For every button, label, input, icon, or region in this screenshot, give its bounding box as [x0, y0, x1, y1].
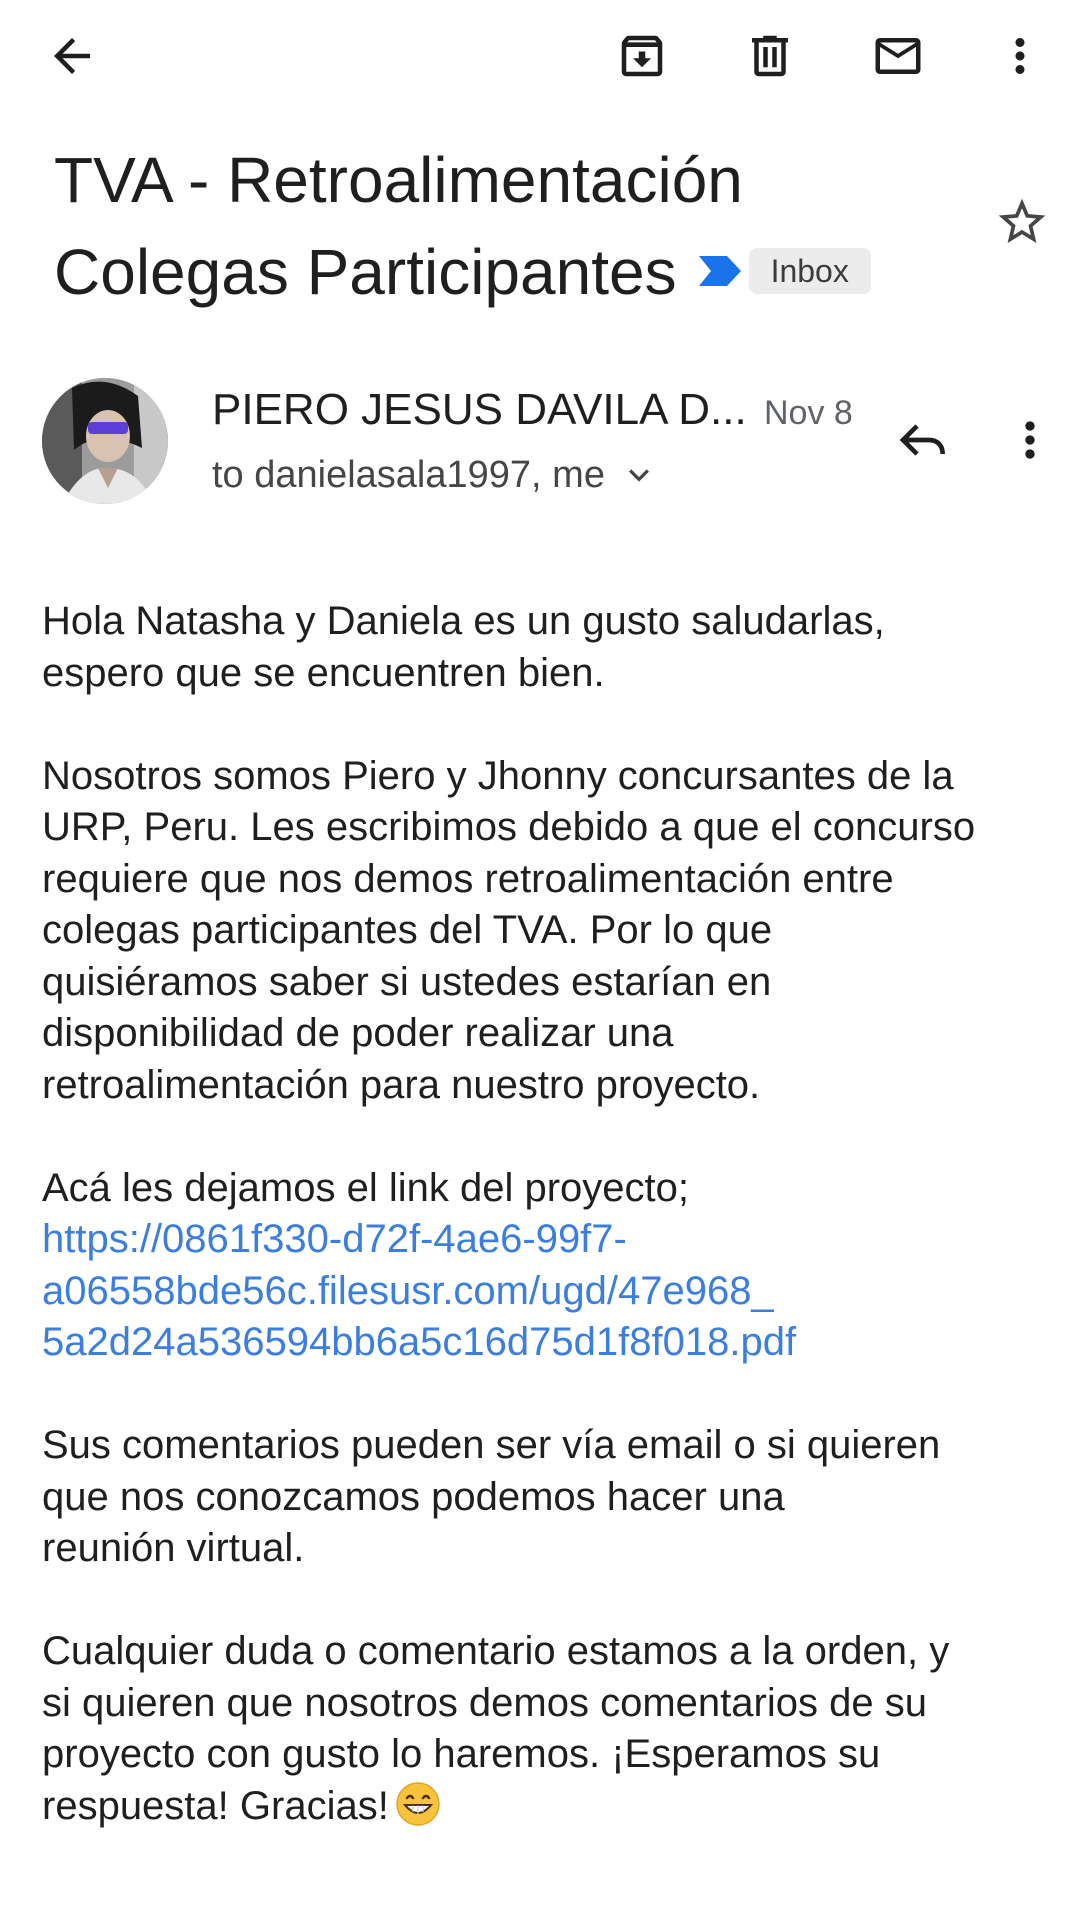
delete-button[interactable]	[728, 14, 812, 98]
sender-photo	[42, 378, 168, 504]
email-view: TVA - Retroalimentación Colegas Particip…	[0, 0, 1080, 1920]
body-paragraph-1: Hola Natasha y Daniela es un gusto salud…	[42, 599, 885, 695]
email-subject: TVA - Retroalimentación Colegas Particip…	[54, 134, 954, 318]
mail-icon	[875, 38, 921, 74]
trash-icon	[752, 35, 788, 77]
more-vert-icon	[1015, 38, 1025, 74]
body-paragraph-5: Cualquier duda o comentario estamos a la…	[42, 1626, 1052, 1832]
body-paragraph-4: Sus comentarios pueden ser vía email o s…	[42, 1423, 941, 1570]
recipients-toggle[interactable]: to danielasala1997, me	[212, 448, 659, 502]
chevron-down-icon	[628, 469, 649, 482]
subject-line-2: Colegas Participantes Inbox	[54, 226, 954, 318]
subject-line-1: TVA - Retroalimentación	[54, 144, 743, 216]
message-more-button[interactable]	[1000, 400, 1060, 480]
message-header: PIERO JESUS DAVILA D... Nov 8 to daniela…	[0, 370, 1080, 510]
inbox-label-chip[interactable]: Inbox	[748, 248, 871, 295]
star-button[interactable]	[990, 190, 1054, 254]
project-link[interactable]: https://0861f330-d72f-4ae6-99f7- a06558b…	[42, 1214, 1052, 1369]
top-toolbar	[0, 0, 1080, 110]
recipients-text: to danielasala1997, me	[212, 454, 605, 496]
reply-button[interactable]	[884, 400, 964, 480]
labels: Inbox	[697, 248, 871, 295]
body-paragraph-5-text: Cualquier duda o comentario estamos a la…	[42, 1629, 950, 1828]
arrow-back-icon	[54, 38, 90, 74]
message-date: Nov 8	[764, 394, 853, 432]
reply-icon	[899, 424, 945, 456]
body-paragraph-3: Acá les dejamos el link del proyecto; ht…	[42, 1163, 1052, 1369]
body-link-intro: Acá les dejamos el link del proyecto;	[42, 1165, 689, 1210]
subject-line-2-text: Colegas Participantes	[54, 236, 677, 308]
avatar[interactable]	[42, 378, 168, 504]
sender-name[interactable]: PIERO JESUS DAVILA D...	[212, 380, 747, 440]
archive-icon	[621, 35, 663, 77]
mark-unread-button[interactable]	[856, 14, 940, 98]
star-outline-icon	[998, 198, 1046, 243]
back-button[interactable]	[30, 14, 114, 98]
grinning-face-emoji-icon	[396, 1781, 440, 1826]
more-vert-icon	[1025, 421, 1035, 459]
archive-button[interactable]	[600, 14, 684, 98]
important-marker-icon[interactable]	[697, 254, 743, 288]
email-body: Hola Natasha y Daniela es un gusto salud…	[42, 596, 1052, 1884]
more-options-button[interactable]	[978, 14, 1062, 98]
body-paragraph-2: Nosotros somos Piero y Jhonny concursant…	[42, 753, 976, 1107]
